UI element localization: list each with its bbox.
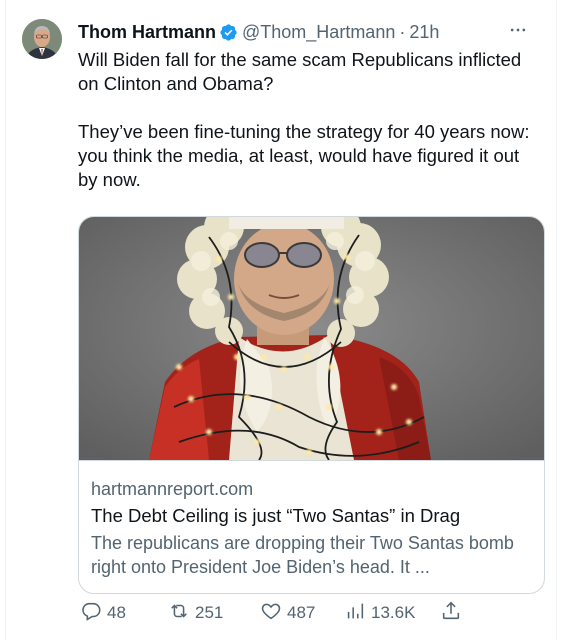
tweet[interactable]: Thom Hartmann @Thom_Hartmann · 21h Will …: [5, 0, 557, 640]
reply-count: 48: [107, 603, 126, 622]
repost-icon: [168, 600, 190, 627]
views-chart-icon: [344, 600, 366, 627]
verified-badge-icon: [219, 23, 238, 42]
more-icon[interactable]: [506, 18, 530, 42]
heart-icon: [260, 600, 282, 627]
card-body[interactable]: hartmannreport.com The Debt Ceiling is j…: [79, 460, 544, 593]
tweet-text: Will Biden fall for the same scam Republ…: [78, 48, 538, 192]
card-image[interactable]: [79, 217, 544, 460]
avatar[interactable]: [22, 19, 62, 59]
reply-icon: [80, 600, 102, 627]
view-count: 13.6K: [371, 603, 416, 622]
card-description: The republicans are dropping their Two S…: [91, 533, 514, 577]
like-button[interactable]: 487: [260, 598, 315, 628]
card-title: The Debt Ceiling is just “Two Santas” in…: [91, 505, 461, 526]
tweet-paragraph: Will Biden fall for the same scam Republ…: [78, 49, 522, 94]
author-name[interactable]: Thom Hartmann: [78, 22, 216, 43]
action-bar: 48 251 487 13.6K: [78, 598, 548, 628]
tweet-header: Thom Hartmann @Thom_Hartmann · 21h: [78, 20, 516, 44]
share-button[interactable]: [440, 598, 462, 628]
separator-dot: ·: [399, 21, 406, 42]
tweet-paragraph: They’ve been fine-tuning the strategy fo…: [78, 121, 530, 190]
repost-count: 251: [195, 603, 224, 622]
author-handle[interactable]: @Thom_Hartmann: [242, 22, 395, 43]
like-count: 487: [287, 603, 316, 622]
link-card[interactable]: hartmannreport.com The Debt Ceiling is j…: [78, 216, 545, 594]
reply-button[interactable]: 48: [80, 598, 126, 628]
views-button[interactable]: 13.6K: [344, 598, 415, 628]
card-domain: hartmannreport.com: [91, 479, 254, 499]
timestamp[interactable]: 21h: [409, 22, 439, 43]
repost-button[interactable]: 251: [168, 598, 223, 628]
share-icon: [440, 600, 462, 627]
